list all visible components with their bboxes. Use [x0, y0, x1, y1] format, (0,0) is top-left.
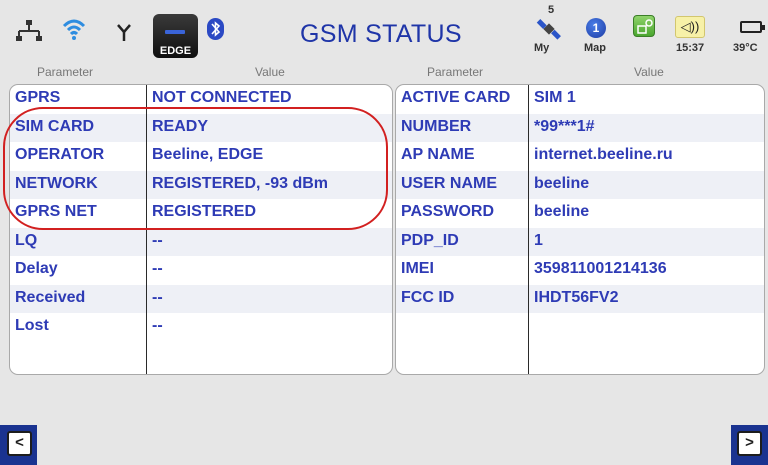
row-value: internet.beeline.ru — [534, 146, 673, 163]
status-bar: EDGE GSM STATUS 5 My 1 Map ◁)) 15:37 39°… — [0, 0, 768, 64]
table-row: FCC ID IHDT56FV2 — [396, 284, 764, 313]
antenna-icon — [117, 24, 131, 41]
row-value: -- — [152, 317, 163, 334]
temperature: 39°C — [733, 42, 758, 54]
row-label: IMEI — [401, 260, 434, 277]
table-row: PDP_ID 1 — [396, 227, 764, 256]
edge-signal-icon: EDGE — [153, 14, 198, 58]
row-label: Lost — [15, 317, 49, 334]
row-label: FCC ID — [401, 288, 455, 306]
table-row: NUMBER *99***1# — [396, 113, 764, 142]
column-divider — [528, 85, 529, 374]
row-value: -- — [152, 231, 163, 249]
row-value: 359811001214136 — [534, 260, 667, 277]
row-value: NOT CONNECTED — [152, 89, 292, 106]
table-row: USER NAME beeline — [396, 170, 764, 199]
clock: 15:37 — [676, 42, 705, 54]
highlight-ellipse — [3, 107, 388, 230]
wifi-icon — [62, 19, 86, 40]
row-value: *99***1# — [534, 117, 595, 135]
bluetooth-icon — [207, 18, 224, 40]
table-row: LQ -- — [10, 227, 392, 256]
row-value: -- — [152, 260, 163, 277]
table-row: AP NAME internet.beeline.ru — [396, 142, 764, 171]
row-value: 1 — [534, 231, 543, 249]
prev-button[interactable]: < — [7, 431, 32, 456]
row-label: NUMBER — [401, 117, 472, 135]
row-label: GPRS — [15, 89, 61, 106]
gps-status[interactable]: 5 My — [528, 4, 568, 60]
ethernet-icon — [16, 20, 42, 41]
right-value-header: Value — [634, 65, 664, 79]
satellite-label: My — [534, 42, 550, 54]
sim-info-table: ACTIVE CARD SIM 1 NUMBER *99***1# AP NAME int… — [395, 84, 765, 375]
row-label: Received — [15, 288, 86, 306]
table-row: Delay -- — [10, 256, 392, 285]
row-label: PDP_ID — [401, 231, 459, 249]
table-row: Received -- — [10, 284, 392, 313]
row-label: LQ — [15, 231, 38, 249]
next-button[interactable]: > — [737, 431, 762, 456]
table-row: Lost -- — [10, 313, 392, 342]
table-row: PASSWORD beeline — [396, 199, 764, 228]
row-label: USER NAME — [401, 174, 498, 192]
row-value: IHDT56FV2 — [534, 288, 619, 306]
row-value: beeline — [534, 174, 590, 192]
row-label: PASSWORD — [401, 203, 495, 220]
row-label: Delay — [15, 260, 58, 277]
row-value: -- — [152, 288, 163, 306]
green-app-icon[interactable] — [633, 15, 655, 37]
map-label: Map — [584, 42, 606, 54]
row-value: SIM 1 — [534, 89, 576, 106]
volume-icon[interactable]: ◁)) — [675, 16, 705, 38]
edge-label: EDGE — [159, 45, 192, 57]
table-row: ACTIVE CARD SIM 1 — [396, 85, 764, 114]
row-value: beeline — [534, 203, 590, 220]
row-label: AP NAME — [401, 146, 475, 163]
battery-icon — [740, 21, 765, 33]
map-icon[interactable]: 1 — [586, 18, 606, 38]
page-title: GSM STATUS — [300, 20, 462, 48]
satellite-icon — [536, 19, 561, 40]
left-value-header: Value — [255, 65, 285, 79]
table-row: IMEI 359811001214136 — [396, 256, 764, 285]
row-label: ACTIVE CARD — [401, 89, 511, 106]
satellite-count: 5 — [548, 4, 555, 16]
left-param-header: Parameter — [37, 65, 94, 79]
right-param-header: Parameter — [427, 65, 484, 79]
